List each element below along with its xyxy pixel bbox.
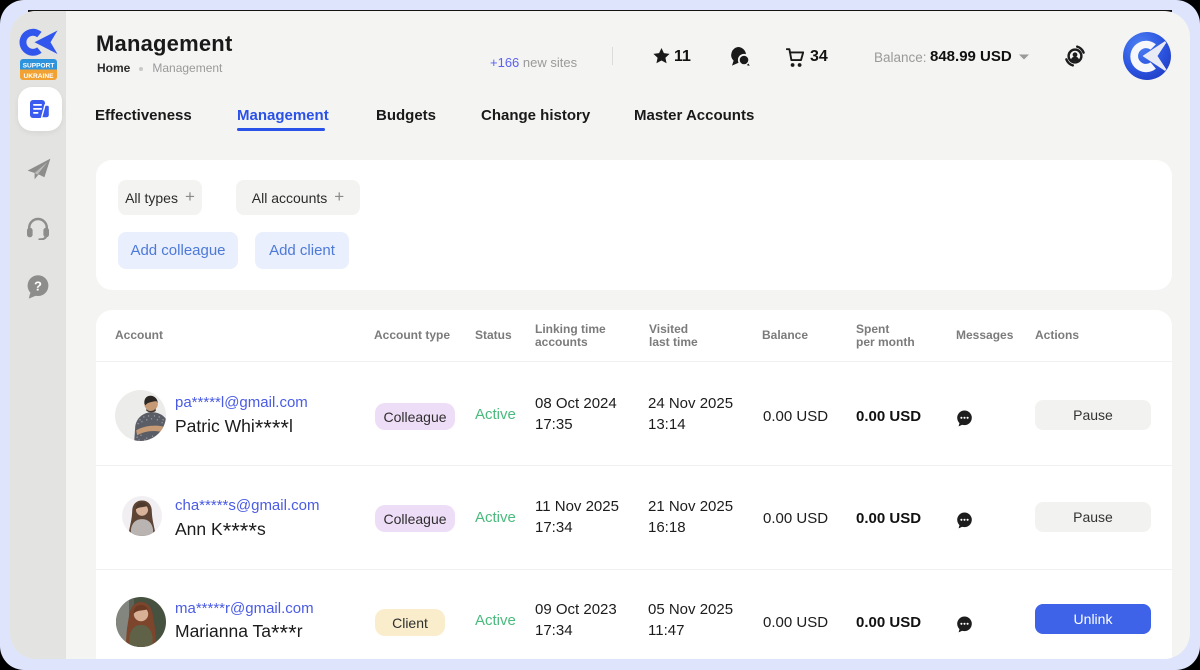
svg-text:UKRAINE: UKRAINE <box>23 73 54 80</box>
svg-text:SUPPORT: SUPPORT <box>23 63 55 70</box>
svg-text:?: ? <box>34 278 42 293</box>
